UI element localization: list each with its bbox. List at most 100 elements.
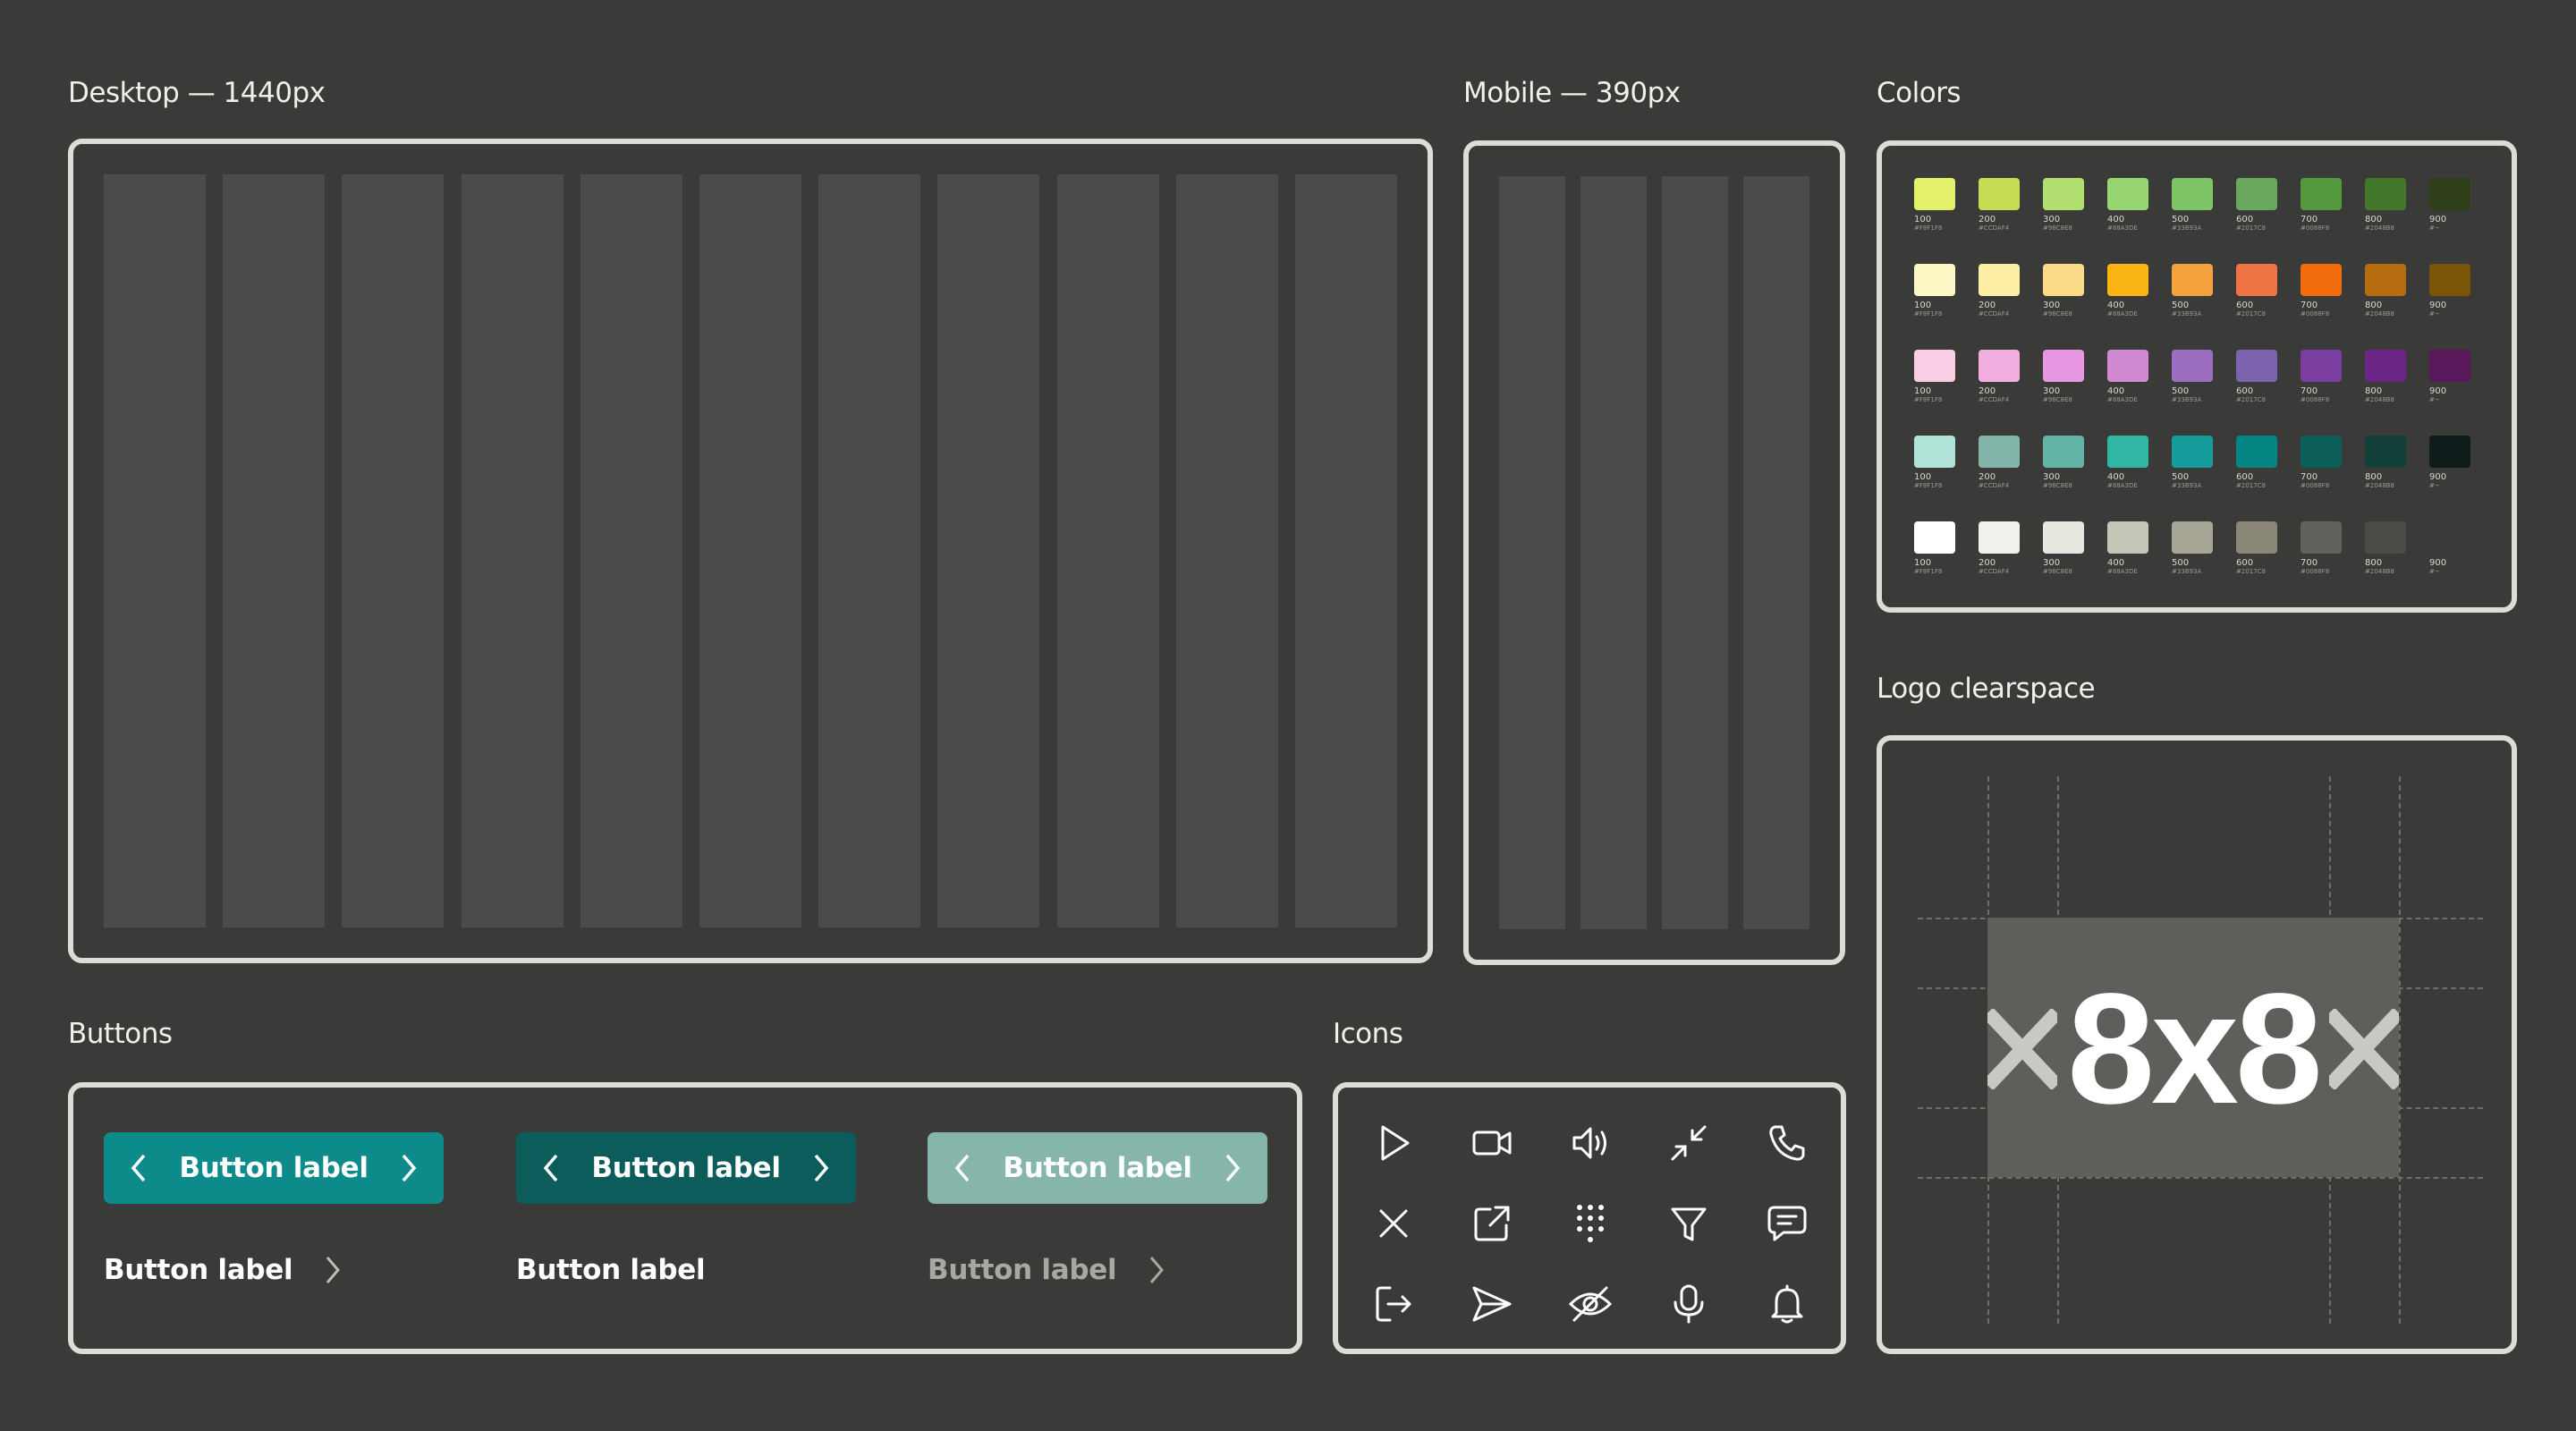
shade-label: 900 (2429, 558, 2447, 568)
shade-label: 500 (2172, 472, 2190, 482)
color-swatch[interactable]: 600 #2017C8 (2236, 521, 2277, 576)
microphone-icon[interactable] (1667, 1283, 1710, 1325)
minimize-icon[interactable] (1667, 1122, 1710, 1164)
hex-label: #0088F8 (2301, 482, 2330, 489)
color-swatch[interactable]: 700 #0088F8 (2301, 521, 2342, 576)
color-chip (2107, 350, 2148, 382)
color-swatch[interactable]: 900 #~ (2429, 436, 2470, 490)
hex-label: #33B93A (2172, 568, 2202, 575)
color-swatch[interactable]: 600 #2017C8 (2236, 178, 2277, 233)
color-swatch[interactable]: 200 #CCDAF4 (1979, 350, 2020, 404)
color-swatch[interactable]: 300 #98C8E8 (2043, 521, 2084, 576)
color-swatch[interactable]: 900 #~ (2429, 178, 2470, 233)
color-swatch[interactable]: 700 #0088F8 (2301, 350, 2342, 404)
swatch-row-neutral: 100 #F8F1F8 200 #CCDAF4 300 #98C8E8 400 #88A3DE… (1914, 521, 2470, 576)
dark-button[interactable]: Button label (516, 1132, 856, 1204)
swatch-row-green: 100 #F8F1F8 200 #CCDAF4 300 #98C8E8 400 #88A3DE… (1914, 178, 2470, 233)
dial-pad-icon[interactable] (1569, 1202, 1612, 1245)
buttons-panel: Button label Button label Button label B… (68, 1082, 1302, 1354)
color-swatch[interactable]: 200 #CCDAF4 (1979, 178, 2020, 233)
eye-off-icon[interactable] (1568, 1283, 1613, 1325)
hex-label: #88A3DE (2107, 310, 2138, 318)
text-button-primary[interactable]: Button label (104, 1254, 344, 1286)
phone-icon[interactable] (1766, 1122, 1809, 1164)
color-chip (2172, 178, 2213, 210)
disabled-button[interactable]: Button label (928, 1132, 1267, 1204)
hex-label: #98C8E8 (2043, 568, 2072, 575)
shade-label: 300 (2043, 558, 2061, 568)
color-chip (2236, 178, 2277, 210)
filter-icon[interactable] (1667, 1202, 1710, 1245)
chevron-right-icon (1225, 1154, 1240, 1182)
clearspace-x-mark-right (2329, 1009, 2399, 1089)
color-swatch[interactable]: 800 #2048B8 (2365, 350, 2406, 404)
color-swatch[interactable]: 400 #88A3DE (2107, 436, 2148, 490)
hex-label: #98C8E8 (2043, 224, 2072, 232)
color-swatch[interactable]: 400 #88A3DE (2107, 350, 2148, 404)
hex-label: #2017C8 (2236, 310, 2267, 318)
color-swatch[interactable]: 800 #2048B8 (2365, 178, 2406, 233)
color-chip (2365, 264, 2406, 296)
hex-label: #F8F1F8 (1914, 224, 1943, 232)
text-button-disabled[interactable]: Button label (928, 1254, 1168, 1286)
logo-section-title: Logo clearspace (1877, 673, 2096, 705)
color-swatch[interactable]: 100 #F8F1F8 (1914, 264, 1955, 318)
volume-icon[interactable] (1569, 1122, 1612, 1164)
shade-label: 800 (2365, 301, 2383, 310)
color-swatch[interactable]: 600 #2017C8 (2236, 436, 2277, 490)
color-swatch[interactable]: 100 #F8F1F8 (1914, 178, 1955, 233)
bell-icon[interactable] (1766, 1283, 1809, 1325)
color-swatch[interactable]: 500 #33B93A (2172, 178, 2213, 233)
shade-label: 500 (2172, 215, 2190, 224)
color-swatch[interactable]: 800 #2048B8 (2365, 264, 2406, 318)
grid-column (104, 174, 206, 927)
shade-label: 500 (2172, 558, 2190, 568)
color-swatch[interactable]: 100 #F8F1F8 (1914, 350, 1955, 404)
color-swatch[interactable]: 600 #2017C8 (2236, 264, 2277, 318)
color-swatch[interactable]: 100 #F8F1F8 (1914, 521, 1955, 576)
color-swatch[interactable]: 300 #98C8E8 (2043, 178, 2084, 233)
color-swatch[interactable]: 400 #88A3DE (2107, 178, 2148, 233)
hex-label: #88A3DE (2107, 482, 2138, 489)
logout-icon[interactable] (1372, 1283, 1415, 1325)
send-icon[interactable] (1470, 1283, 1513, 1325)
external-link-icon[interactable] (1470, 1202, 1513, 1245)
color-swatch[interactable]: 600 #2017C8 (2236, 350, 2277, 404)
hex-label: #2048B8 (2365, 482, 2394, 489)
mobile-grid-columns (1499, 176, 1809, 929)
hex-label: #2048B8 (2365, 224, 2394, 232)
color-swatch[interactable]: 400 #88A3DE (2107, 521, 2148, 576)
color-swatch[interactable]: 300 #98C8E8 (2043, 264, 2084, 318)
color-swatch[interactable]: 400 #88A3DE (2107, 264, 2148, 318)
color-swatch[interactable]: 700 #0088F8 (2301, 264, 2342, 318)
color-swatch[interactable]: 200 #CCDAF4 (1979, 264, 2020, 318)
text-button-dark[interactable]: Button label (516, 1254, 706, 1286)
color-swatch[interactable]: 900 #~ (2429, 521, 2470, 576)
color-swatch[interactable]: 700 #0088F8 (2301, 178, 2342, 233)
color-swatch[interactable]: 200 #CCDAF4 (1979, 436, 2020, 490)
color-swatch[interactable]: 300 #98C8E8 (2043, 350, 2084, 404)
color-swatch[interactable]: 500 #33B93A (2172, 350, 2213, 404)
clearspace-guide (1918, 1177, 2483, 1179)
primary-button[interactable]: Button label (104, 1132, 444, 1204)
color-chip (2172, 264, 2213, 296)
color-swatch[interactable]: 100 #F8F1F8 (1914, 436, 1955, 490)
color-swatch[interactable]: 700 #0088F8 (2301, 436, 2342, 490)
color-swatch[interactable]: 800 #2048B8 (2365, 436, 2406, 490)
color-swatch[interactable]: 900 #~ (2429, 350, 2470, 404)
color-chip (1914, 436, 1955, 468)
color-chip (1914, 264, 1955, 296)
chat-icon[interactable] (1766, 1202, 1809, 1245)
color-swatch[interactable]: 200 #CCDAF4 (1979, 521, 2020, 576)
video-camera-icon[interactable] (1470, 1122, 1513, 1164)
play-icon[interactable] (1372, 1122, 1415, 1164)
color-swatch[interactable]: 500 #33B93A (2172, 264, 2213, 318)
close-icon[interactable] (1372, 1202, 1415, 1245)
color-swatch[interactable]: 300 #98C8E8 (2043, 436, 2084, 490)
color-chip (2043, 521, 2084, 554)
color-swatch[interactable]: 500 #33B93A (2172, 521, 2213, 576)
color-swatch[interactable]: 800 #2048B8 (2365, 521, 2406, 576)
color-swatch[interactable]: 900 #~ (2429, 264, 2470, 318)
shade-label: 500 (2172, 301, 2190, 310)
color-swatch[interactable]: 500 #33B93A (2172, 436, 2213, 490)
